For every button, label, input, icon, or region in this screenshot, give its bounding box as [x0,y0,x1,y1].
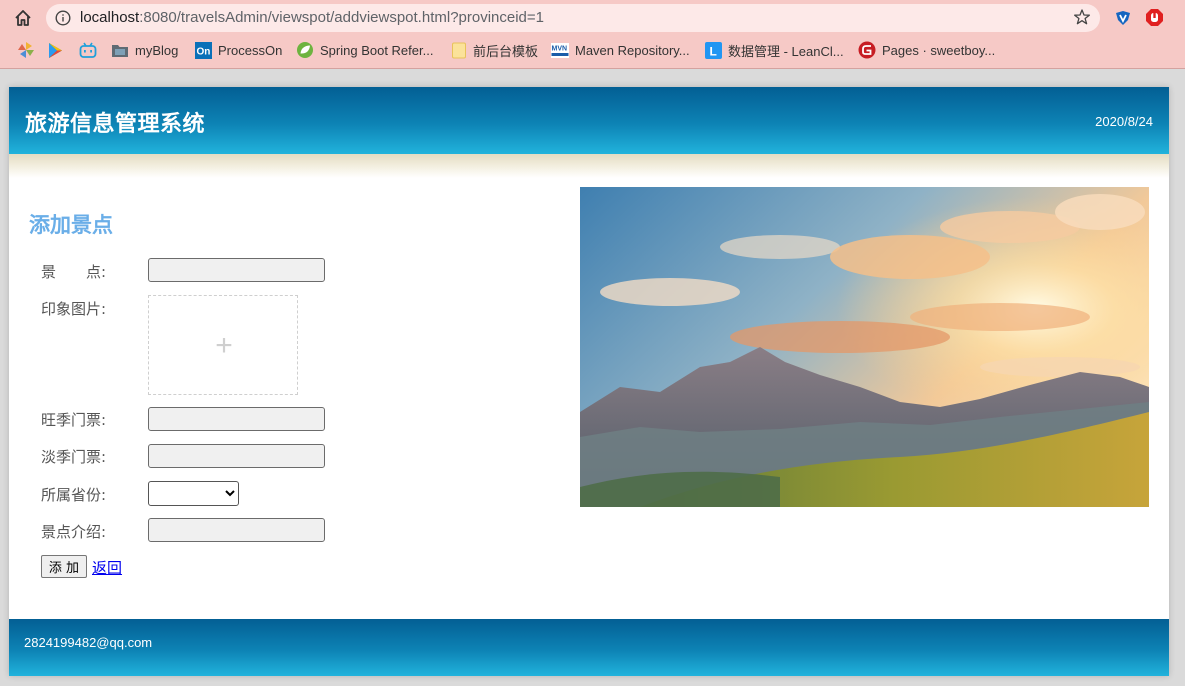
url-text[interactable]: localhost:8080/travelsAdmin/viewspot/add… [80,9,544,26]
spot-name-label: 景 点: [41,263,107,281]
bookmark-label: myBlog [135,42,179,58]
province-label: 所属省份: [41,486,107,504]
bookmark-processon[interactable]: On ProcessOn [195,41,282,59]
address-bar-row: localhost:8080/travelsAdmin/viewspot/add… [0,0,1185,36]
gitee-icon [858,41,876,59]
chrome-divider [0,68,1185,69]
site-header: 旅游信息管理系统 2020/8/24 [9,87,1169,154]
extension-icon[interactable] [1114,9,1132,27]
form-title: 添加景点 [29,213,113,237]
plus-icon: + [215,329,233,362]
svg-text:On: On [197,46,211,57]
site-title: 旅游信息管理系统 [25,112,206,137]
bookmark-gitee[interactable]: Pages · sweetboy... [858,41,995,59]
bookmarks-bar: myBlog On ProcessOn Spring Boot Refer...… [0,36,1185,65]
url-host: localhost [80,9,140,26]
mountain-sunset-image [580,187,1149,507]
browser-chrome: localhost:8080/travelsAdmin/viewspot/add… [0,0,1185,69]
bookmark-star-icon[interactable] [1073,8,1091,26]
bookmark-label: Maven Repository... [575,42,690,58]
bilibili-icon [79,42,97,58]
bookmark-item[interactable] [17,41,35,59]
bookmark-myblog[interactable]: myBlog [111,41,178,59]
address-bar[interactable]: localhost:8080/travelsAdmin/viewspot/add… [46,4,1100,32]
pinwheel-icon [18,42,34,58]
folder-icon [112,44,128,57]
bookmark-item[interactable] [47,41,64,59]
adblock-icon[interactable] [1145,8,1164,27]
page-frame: 旅游信息管理系统 2020/8/24 添加景点 景 点: 印象图片: + 旺季门… [9,87,1169,676]
peak-price-input[interactable] [148,407,325,431]
site-footer: 2824199482@qq.com [9,619,1169,676]
image-label: 印象图片: [41,300,107,318]
home-icon [15,10,31,26]
peak-price-label: 旺季门票: [41,411,107,429]
back-link[interactable]: 返回 [92,557,122,578]
bookmark-label: ProcessOn [218,42,283,58]
spot-name-input[interactable] [148,258,325,282]
bookmark-templates[interactable]: 前后台模板 [451,41,538,59]
intro-input[interactable] [148,518,325,542]
bookmark-item[interactable] [79,41,97,59]
province-select[interactable] [148,481,239,506]
url-path: :8080/travelsAdmin/viewspot/addviewspot.… [139,9,545,26]
folder-icon [452,42,466,58]
svg-text:L: L [710,44,717,58]
maven-icon: MVN [551,42,569,58]
offpeak-price-input[interactable] [148,444,325,468]
footer-email: 2824199482@qq.com [24,635,153,650]
leancloud-icon: L [705,41,722,59]
offpeak-price-label: 淡季门票: [41,448,107,466]
intro-label: 景点介绍: [41,523,107,541]
home-button[interactable] [10,6,36,30]
bookmark-label: Spring Boot Refer... [320,42,434,58]
image-upload-box[interactable]: + [148,295,298,395]
bookmark-label: 数据管理 - LeanCl... [728,43,844,59]
processon-icon: On [195,41,212,59]
bookmark-spring[interactable]: Spring Boot Refer... [296,41,433,59]
bookmark-leancloud[interactable]: L 数据管理 - LeanCl... [705,41,844,59]
header-band [9,154,1169,178]
bookmark-label: Pages · sweetboy... [882,42,996,58]
svg-text:MVN: MVN [552,45,568,52]
add-button[interactable]: 添 加 [41,555,87,578]
header-date: 2020/8/24 [1095,114,1153,129]
bookmark-maven[interactable]: MVN Maven Repository... [551,41,690,59]
play-store-icon [49,42,62,58]
spring-icon [297,42,313,58]
info-icon[interactable] [55,10,71,26]
bookmark-label: 前后台模板 [473,43,539,59]
